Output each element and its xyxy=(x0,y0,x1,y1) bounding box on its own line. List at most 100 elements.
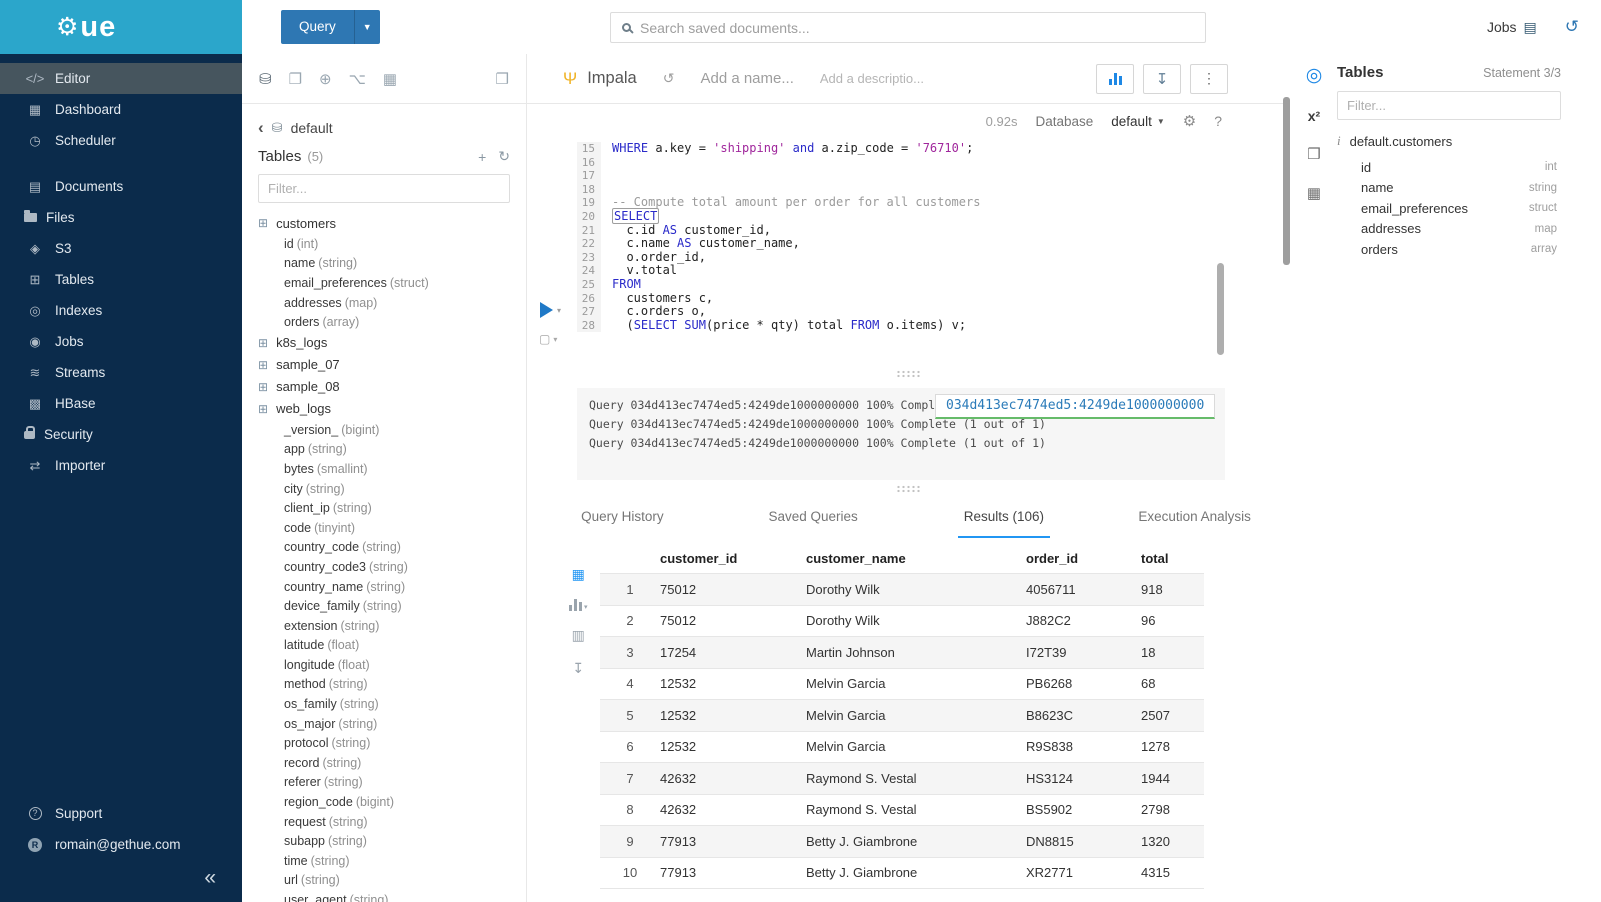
sidebar-bottom-item[interactable]: R romain@gethue.com xyxy=(0,829,242,860)
assist-toolbar-icon[interactable]: ⛁ xyxy=(259,70,272,88)
assist-column-item[interactable]: extension(string) xyxy=(258,616,510,636)
table-row[interactable]: 7 42632 Raymond S. Vestal HS3124 1944 xyxy=(600,763,1204,795)
assist-column-item[interactable]: addresses(map) xyxy=(258,293,510,313)
assist-column-item[interactable]: client_ip(string) xyxy=(258,498,510,518)
assist-column-item[interactable]: method(string) xyxy=(258,675,510,695)
right-column-item[interactable]: name string xyxy=(1337,178,1561,199)
assist-table-item[interactable]: ⊞customers xyxy=(258,212,510,234)
code-area[interactable]: 15 WHERE a.key = 'shipping' and a.zip_co… xyxy=(577,142,1290,332)
result-tab[interactable]: Saved Queries xyxy=(718,498,909,538)
table-row[interactable]: 3 17254 Martin Johnson I72T39 18 xyxy=(600,637,1204,669)
settings-gear-icon[interactable]: ⚙ xyxy=(1183,112,1196,130)
assist-column-item[interactable]: city(string) xyxy=(258,479,510,499)
column-header[interactable]: customer_name xyxy=(806,551,1026,566)
active-table-row[interactable]: i default.customers xyxy=(1337,133,1561,149)
assist-table-item[interactable]: ⊞web_logs xyxy=(258,398,510,420)
save-button[interactable]: ↧ xyxy=(1143,64,1181,94)
assist-column-item[interactable]: app(string) xyxy=(258,440,510,460)
assist-toolbar-icon[interactable]: ⊕ xyxy=(319,70,332,88)
breadcrumb[interactable]: ‹ ⛁ default xyxy=(258,118,510,138)
assist-table-item[interactable]: ⊞sample_08 xyxy=(258,376,510,398)
chart-view-icon[interactable]: ▾ xyxy=(569,599,588,611)
chart-button[interactable] xyxy=(1096,64,1134,94)
hue-logo[interactable]: ⚙ ue xyxy=(0,0,242,54)
table-row[interactable]: 10 77913 Betty J. Giambrone XR2771 4315 xyxy=(600,858,1204,890)
assist-column-item[interactable]: subapp(string) xyxy=(258,831,510,851)
sidebar-item[interactable]: ◷ Scheduler xyxy=(0,125,242,156)
sidebar-item[interactable]: ▤ Documents xyxy=(0,171,242,202)
search-input[interactable] xyxy=(640,20,1194,36)
execute-query-button[interactable]: ▾ xyxy=(540,302,561,318)
assist-column-item[interactable]: latitude(float) xyxy=(258,636,510,656)
sidebar-item[interactable]: ▩ HBase xyxy=(0,388,242,419)
table-row[interactable]: 1 75012 Dorothy Wilk 4056711 918 xyxy=(600,574,1204,606)
result-tab[interactable]: Execution Analysis xyxy=(1099,498,1290,538)
assist-column-item[interactable]: country_code3(string) xyxy=(258,557,510,577)
assist-table-item[interactable]: ⊞sample_07 xyxy=(258,354,510,376)
sidebar-item[interactable]: Files xyxy=(0,202,242,233)
right-column-item[interactable]: orders array xyxy=(1337,239,1561,260)
assist-column-item[interactable]: user_agent(string) xyxy=(258,890,510,902)
assist-column-item[interactable]: _version_(bigint) xyxy=(258,420,510,440)
new-query-button[interactable]: Query ▼ xyxy=(281,10,380,44)
assist-column-item[interactable]: url(string) xyxy=(258,871,510,891)
assist-filter-input[interactable] xyxy=(258,174,510,203)
assist-column-item[interactable]: name(string) xyxy=(258,254,510,274)
editor-assistant-icon[interactable]: ◎ xyxy=(1306,64,1323,87)
assist-column-item[interactable]: id(int) xyxy=(258,234,510,254)
right-filter-input[interactable] xyxy=(1337,91,1561,120)
database-select[interactable]: default ▼ xyxy=(1111,114,1164,129)
jobs-link[interactable]: Jobs ▤ xyxy=(1487,19,1537,36)
resize-handle-bottom[interactable] xyxy=(527,480,1290,498)
assist-column-item[interactable]: os_major(string) xyxy=(258,714,510,734)
sidebar-bottom-item[interactable]: ? Support xyxy=(0,798,242,829)
editor-options-button[interactable]: ▢ ▾ xyxy=(539,332,557,346)
assist-column-item[interactable]: orders(array) xyxy=(258,312,510,332)
assist-column-item[interactable]: code(tinyint) xyxy=(258,518,510,538)
page-scrollbar[interactable] xyxy=(1283,97,1290,265)
right-column-item[interactable]: id int xyxy=(1337,157,1561,178)
assist-column-item[interactable]: os_family(string) xyxy=(258,694,510,714)
grid-view-icon[interactable]: ▦ xyxy=(572,566,585,583)
back-chevron-icon[interactable]: ‹ xyxy=(258,118,264,138)
assist-column-item[interactable]: request(string) xyxy=(258,812,510,832)
play-caret-icon[interactable]: ▾ xyxy=(557,306,561,315)
query-description-field[interactable]: Add a descriptio... xyxy=(820,71,924,86)
sidebar-item[interactable]: ◉ Jobs xyxy=(0,326,242,357)
add-table-icon[interactable]: + xyxy=(478,149,486,165)
assist-toolbar-icon[interactable]: ❐ xyxy=(289,70,302,88)
refresh-icon[interactable]: ↻ xyxy=(498,148,510,165)
download-icon[interactable]: ↧ xyxy=(572,660,584,677)
editor-history-icon[interactable]: ↺ xyxy=(663,70,675,87)
sql-editor[interactable]: 15 WHERE a.key = 'shipping' and a.zip_co… xyxy=(527,138,1290,360)
collapse-sidebar-button[interactable]: « xyxy=(0,860,242,896)
language-reference-icon[interactable]: ❒ xyxy=(1307,145,1320,163)
columns-view-icon[interactable]: ▥ xyxy=(572,627,585,644)
help-icon[interactable]: ? xyxy=(1214,113,1222,129)
table-row[interactable]: 2 75012 Dorothy Wilk J882C2 96 xyxy=(600,606,1204,638)
editor-scrollbar[interactable] xyxy=(1217,263,1224,355)
assist-toolbar-icon[interactable]: ⌥ xyxy=(349,70,366,88)
assist-column-item[interactable]: country_code(string) xyxy=(258,538,510,558)
sidebar-item[interactable]: ⊞ Tables xyxy=(0,264,242,295)
result-tab[interactable]: Query History xyxy=(527,498,718,538)
sidebar-item[interactable]: Security xyxy=(0,419,242,450)
column-header[interactable]: order_id xyxy=(1026,551,1141,566)
sidebar-item[interactable]: ⇄ Importer xyxy=(0,450,242,481)
sidebar-item[interactable]: ◎ Indexes xyxy=(0,295,242,326)
table-row[interactable]: 9 77913 Betty J. Giambrone DN8815 1320 xyxy=(600,826,1204,858)
assist-toolbar-icon[interactable]: ▦ xyxy=(383,70,397,88)
functions-icon[interactable]: x² xyxy=(1308,108,1320,124)
query-id-tooltip[interactable]: 034d413ec7474ed5:4249de1000000000 xyxy=(935,394,1215,419)
query-name-field[interactable]: Add a name... xyxy=(700,70,793,87)
table-row[interactable]: 8 42632 Raymond S. Vestal BS5902 2798 xyxy=(600,795,1204,827)
sidebar-item[interactable]: ≋ Streams xyxy=(0,357,242,388)
query-history-icon[interactable]: ↺ xyxy=(1565,17,1579,37)
sidebar-item[interactable]: ▦ Dashboard xyxy=(0,94,242,125)
table-row[interactable]: 4 12532 Melvin Garcia PB6268 68 xyxy=(600,669,1204,701)
resize-handle-top[interactable] xyxy=(527,360,1290,388)
column-header[interactable]: customer_id xyxy=(660,551,806,566)
sidebar-item[interactable]: </> Editor xyxy=(0,63,242,94)
more-actions-button[interactable]: ⋮ xyxy=(1190,64,1228,94)
assist-column-item[interactable]: referer(string) xyxy=(258,773,510,793)
